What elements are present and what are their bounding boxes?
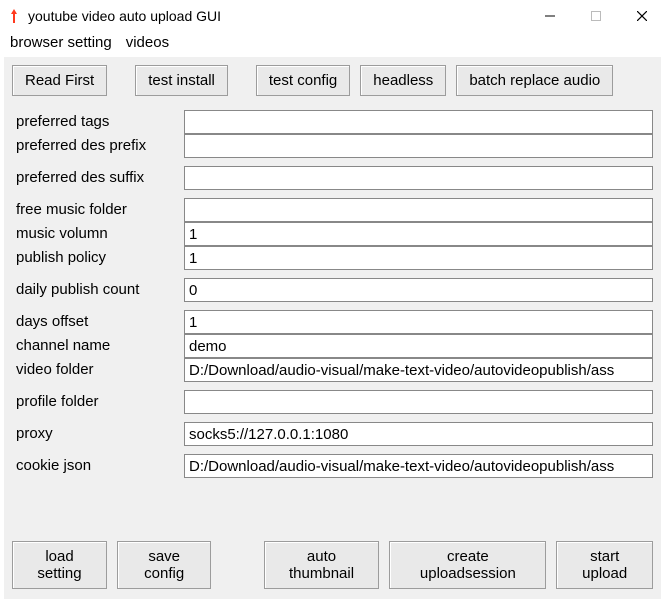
label-preferred-des-prefix: preferred des prefix [12,135,184,157]
menu-videos[interactable]: videos [126,34,169,51]
label-video-folder: video folder [12,359,184,381]
read-first-button[interactable]: Read First [12,65,107,96]
label-proxy: proxy [12,423,184,445]
input-channel-name[interactable] [184,334,653,358]
maximize-button[interactable] [573,0,619,32]
row-video-folder: video folder [12,358,653,382]
input-free-music-folder[interactable] [184,198,653,222]
row-preferred-tags: preferred tags [12,110,653,134]
label-daily-publish-count: daily publish count [12,279,184,301]
create-uploadsession-button[interactable]: create uploadsession [389,541,546,589]
test-install-button[interactable]: test install [135,65,228,96]
load-setting-button[interactable]: load setting [12,541,107,589]
label-profile-folder: profile folder [12,391,184,413]
auto-thumbnail-button[interactable]: auto thumbnail [264,541,380,589]
input-publish-policy[interactable] [184,246,653,270]
headless-button[interactable]: headless [360,65,446,96]
row-free-music-folder: free music folder [12,198,653,222]
menu-browser-setting[interactable]: browser setting [10,34,112,51]
label-channel-name: channel name [12,335,184,357]
save-config-button[interactable]: save config [117,541,211,589]
row-publish-policy: publish policy [12,246,653,270]
row-cookie-json: cookie json [12,454,653,478]
row-preferred-des-suffix: preferred des suffix [12,166,653,190]
test-config-button[interactable]: test config [256,65,350,96]
label-music-volumn: music volumn [12,223,184,245]
batch-replace-audio-button[interactable]: batch replace audio [456,65,613,96]
row-days-offset: days offset [12,310,653,334]
close-button[interactable] [619,0,665,32]
menubar: browser setting videos [0,32,665,57]
start-upload-button[interactable]: start upload [556,541,653,589]
row-proxy: proxy [12,422,653,446]
input-preferred-des-suffix[interactable] [184,166,653,190]
main-panel: Read First test install test config head… [4,57,661,599]
label-preferred-des-suffix: preferred des suffix [12,167,184,189]
input-preferred-des-prefix[interactable] [184,134,653,158]
input-proxy[interactable] [184,422,653,446]
bottom-button-row: load setting save config auto thumbnail … [12,541,653,589]
label-cookie-json: cookie json [12,455,184,477]
titlebar: youtube video auto upload GUI [0,0,665,32]
row-channel-name: channel name [12,334,653,358]
app-icon [6,8,22,24]
label-preferred-tags: preferred tags [12,111,184,133]
row-profile-folder: profile folder [12,390,653,414]
input-music-volumn[interactable] [184,222,653,246]
input-video-folder[interactable] [184,358,653,382]
window-title: youtube video auto upload GUI [28,8,221,24]
row-daily-publish-count: daily publish count [12,278,653,302]
input-preferred-tags[interactable] [184,110,653,134]
input-daily-publish-count[interactable] [184,278,653,302]
row-preferred-des-prefix: preferred des prefix [12,134,653,158]
label-days-offset: days offset [12,311,184,333]
input-cookie-json[interactable] [184,454,653,478]
row-music-volumn: music volumn [12,222,653,246]
minimize-button[interactable] [527,0,573,32]
input-profile-folder[interactable] [184,390,653,414]
label-publish-policy: publish policy [12,247,184,269]
input-days-offset[interactable] [184,310,653,334]
label-free-music-folder: free music folder [12,199,184,221]
top-button-row: Read First test install test config head… [12,65,653,96]
